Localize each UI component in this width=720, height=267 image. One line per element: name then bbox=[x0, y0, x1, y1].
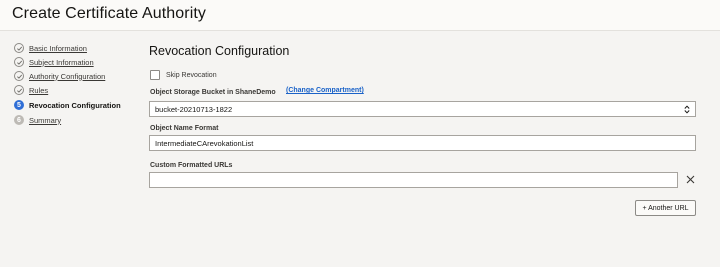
skip-revocation-label: Skip Revocation bbox=[166, 71, 217, 79]
add-another-url-button[interactable]: + Another URL bbox=[635, 200, 696, 216]
check-circle-icon bbox=[14, 71, 24, 81]
step-number-badge: 5 bbox=[14, 100, 24, 110]
skip-revocation-row[interactable]: Skip Revocation bbox=[150, 70, 217, 80]
step-revocation-configuration: 5 Revocation Configuration bbox=[14, 98, 121, 112]
step-label: Summary bbox=[29, 115, 62, 125]
step-authority-configuration[interactable]: Authority Configuration bbox=[14, 69, 105, 83]
page-title: Create Certificate Authority bbox=[12, 5, 206, 22]
step-basic-information[interactable]: Basic Information bbox=[14, 41, 87, 55]
custom-url-input[interactable] bbox=[149, 172, 678, 188]
step-label: Authority Configuration bbox=[29, 71, 106, 81]
object-name-format-input[interactable]: IntermediateCArevokationList bbox=[149, 135, 696, 151]
check-circle-icon bbox=[14, 85, 24, 95]
bucket-select[interactable]: bucket-20210713-1822 bbox=[149, 101, 696, 117]
step-label: Rules bbox=[29, 85, 49, 95]
section-title: Revocation Configuration bbox=[149, 44, 290, 58]
custom-urls-label: Custom Formatted URLs bbox=[150, 162, 233, 169]
step-number-badge: 6 bbox=[14, 115, 24, 125]
object-name-format-label: Object Name Format bbox=[150, 125, 219, 132]
bucket-select-value: bucket-20210713-1822 bbox=[155, 105, 233, 114]
skip-revocation-checkbox[interactable] bbox=[150, 70, 160, 80]
object-name-format-value: IntermediateCArevokationList bbox=[155, 139, 254, 148]
select-arrows-icon bbox=[684, 105, 690, 114]
step-rules[interactable]: Rules bbox=[14, 83, 48, 97]
bucket-label: Object Storage Bucket in ShaneDemo bbox=[150, 89, 276, 96]
change-compartment-link[interactable]: (Change Compartment) bbox=[286, 87, 364, 94]
step-label: Basic Information bbox=[29, 43, 87, 53]
step-summary[interactable]: 6 Summary bbox=[14, 113, 61, 127]
remove-url-icon[interactable] bbox=[685, 174, 696, 185]
step-label: Subject Information bbox=[29, 57, 94, 67]
step-subject-information[interactable]: Subject Information bbox=[14, 55, 94, 69]
page-header: Create Certificate Authority bbox=[0, 0, 720, 31]
check-circle-icon bbox=[14, 57, 24, 67]
check-circle-icon bbox=[14, 43, 24, 53]
step-label: Revocation Configuration bbox=[29, 100, 121, 110]
